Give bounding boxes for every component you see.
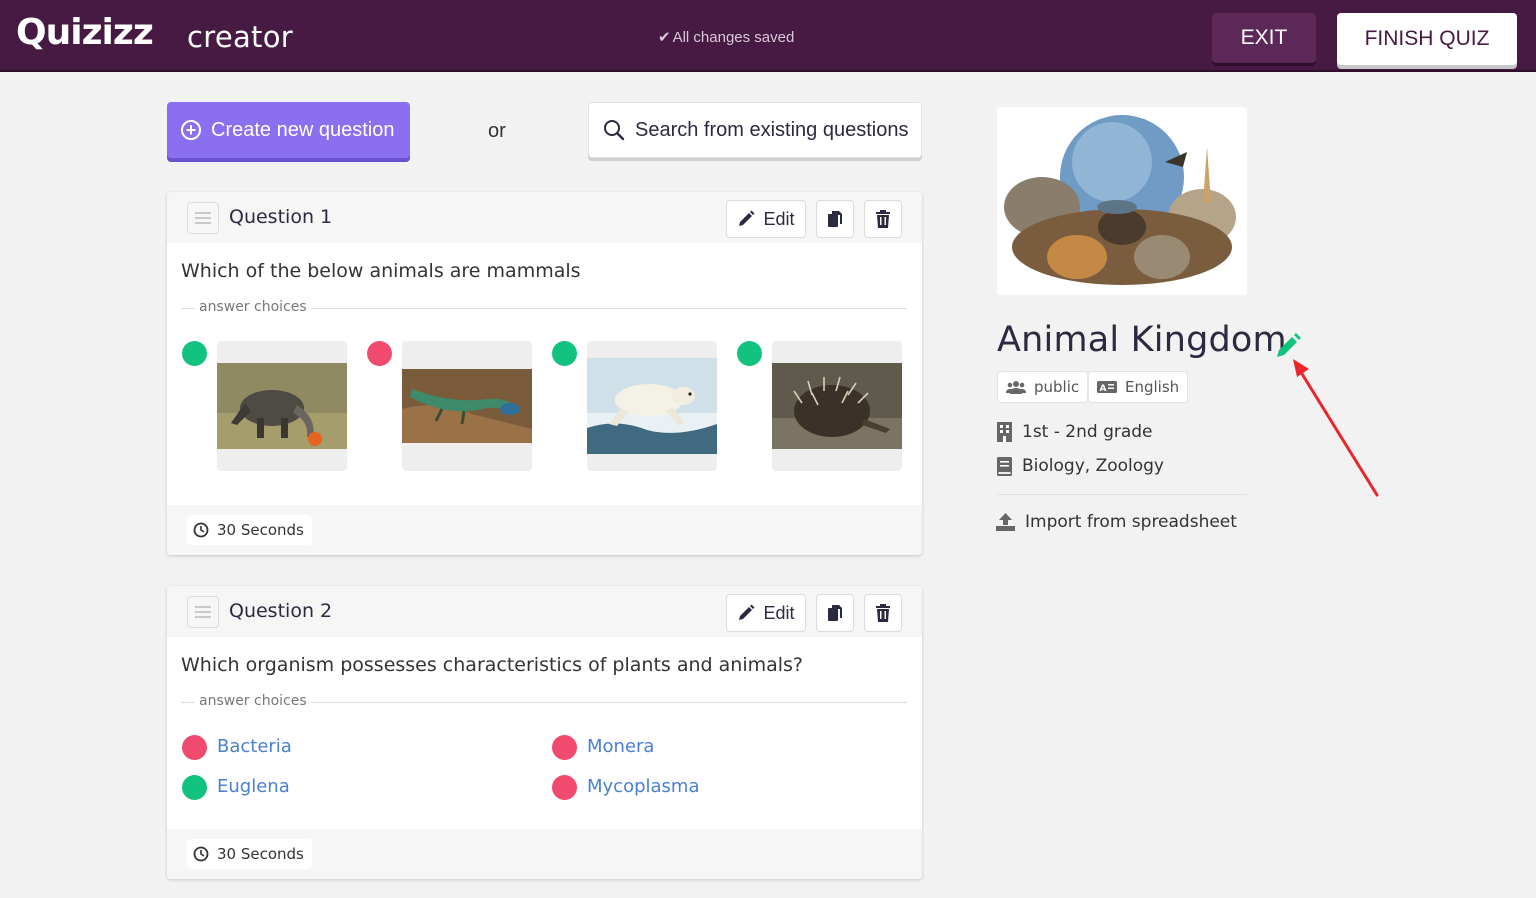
incorrect-indicator [367,341,392,366]
time-limit-text: 30 Seconds [217,845,304,863]
question-card-2: Question 2 Edit Which organism possesses… [167,586,922,879]
edit-label: Edit [763,602,795,623]
correct-indicator [182,775,207,800]
answer-choice[interactable]: Bacteria [217,736,292,757]
answer-choices-label: answer choices [195,299,311,315]
clock-icon [193,522,209,538]
choice-image-echidna [772,341,902,471]
subjects-text: Biology, Zoology [1022,456,1164,476]
incorrect-indicator [182,735,207,760]
quiz-cover-image[interactable] [997,107,1247,295]
time-limit-text: 30 Seconds [217,521,304,539]
answer-choice[interactable]: Mycoplasma [587,776,700,797]
question-footer: 30 Seconds [167,505,922,555]
question-card-1: Question 1 Edit Which of the below anima… [167,192,922,555]
correct-indicator [182,341,207,366]
users-icon [1006,381,1026,394]
save-status: ✔ All changes saved [658,28,794,46]
exit-button[interactable]: EXIT [1212,13,1316,63]
edit-label: Edit [763,208,795,229]
answer-choice[interactable]: Monera [587,736,654,757]
language-text: English [1125,378,1180,396]
subjects-info: Biology, Zoology [997,456,1164,476]
search-existing-questions-label: Search from existing questions [635,118,909,141]
correct-indicator [552,341,577,366]
time-limit-badge[interactable]: 30 Seconds [187,839,312,869]
trash-icon [876,210,890,228]
delete-question-button[interactable] [864,594,902,632]
upload-icon [996,513,1015,531]
edit-question-button[interactable]: Edit [726,200,806,238]
top-bar: Quizizz creator ✔ All changes saved EXIT … [0,0,1536,72]
question-text: Which organism possesses characteristics… [181,654,804,676]
question-text: Which of the below animals are mammals [181,260,581,282]
book-icon [997,456,1012,476]
search-existing-questions-button[interactable]: Search from existing questions [588,102,922,158]
question-footer: 30 Seconds [167,829,922,879]
incorrect-indicator [552,735,577,760]
duplicate-question-button[interactable] [816,200,854,238]
clock-icon [193,846,209,862]
svg-text:A: A [1100,384,1107,394]
answer-choice[interactable]: Euglena [217,776,290,797]
visibility-chip[interactable]: public [997,371,1089,403]
search-icon [604,120,625,141]
incorrect-indicator [552,775,577,800]
pencil-icon [739,210,755,226]
or-separator: or [488,120,506,142]
trash-icon [876,604,890,622]
grade-text: 1st - 2nd grade [1022,422,1153,442]
choice-image-lizard [402,341,532,471]
plus-circle-icon: + [181,120,201,140]
answer-choices-divider: answer choices [181,299,907,319]
choice-image-polar-bear [587,341,717,471]
creator-label: creator [187,20,293,54]
import-spreadsheet-link[interactable]: Import from spreadsheet [996,512,1237,532]
time-limit-badge[interactable]: 30 Seconds [187,515,312,545]
correct-indicator [737,341,762,366]
quiz-title: Animal Kingdom [997,320,1287,360]
create-new-question-label: Create new question [211,118,395,141]
finish-quiz-button[interactable]: FINISH QUIZ [1337,13,1517,65]
checkmark-icon: ✔ [658,29,671,46]
question-label: Question 2 [229,600,333,622]
divider [997,494,1247,495]
copy-icon [828,211,842,227]
drag-handle-icon[interactable] [187,202,219,234]
answer-choices-divider: answer choices [181,693,907,713]
import-spreadsheet-text: Import from spreadsheet [1025,512,1237,532]
building-icon [997,422,1012,442]
duplicate-question-button[interactable] [816,594,854,632]
grade-info: 1st - 2nd grade [997,422,1153,442]
language-icon: A [1097,381,1117,394]
question-header: Question 2 Edit [167,586,922,637]
quizizz-logo[interactable]: Quizizz [16,12,154,53]
delete-question-button[interactable] [864,200,902,238]
question-label: Question 1 [229,206,333,228]
visibility-text: public [1034,378,1080,396]
choice-image-anteater [217,341,347,471]
drag-handle-icon[interactable] [187,596,219,628]
edit-question-button[interactable]: Edit [726,594,806,632]
save-status-text: All changes saved [672,29,795,46]
language-chip[interactable]: A English [1088,371,1189,403]
question-header: Question 1 Edit [167,192,922,243]
create-new-question-button[interactable]: + Create new question [167,102,410,158]
pencil-icon [739,604,755,620]
answer-choices-label: answer choices [195,693,311,709]
copy-icon [828,605,842,621]
annotation-arrow [1293,359,1379,497]
